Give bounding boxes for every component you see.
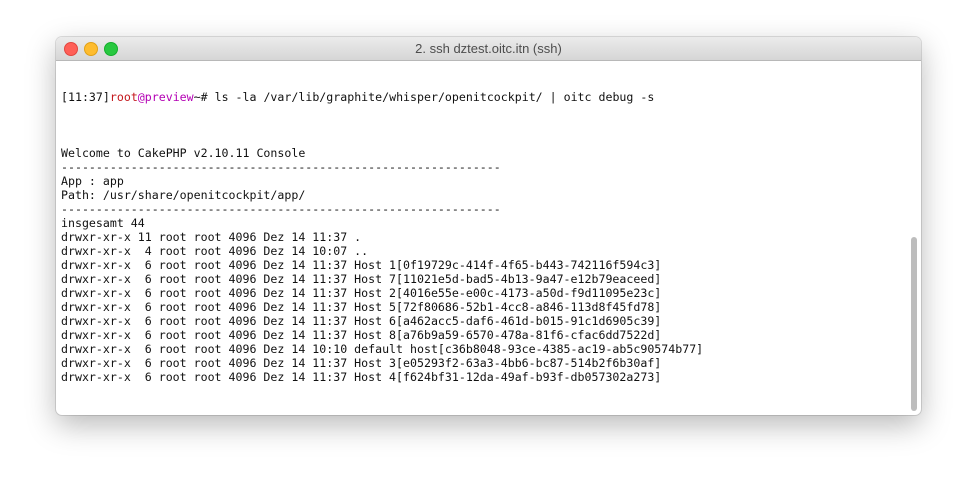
output-line: ----------------------------------------… bbox=[61, 160, 501, 174]
output-line: ----------------------------------------… bbox=[61, 202, 501, 216]
prompt-time: [11:37] bbox=[61, 90, 110, 104]
output-line: drwxr-xr-x 6 root root 4096 Dez 14 11:37… bbox=[61, 286, 662, 300]
output-line: drwxr-xr-x 6 root root 4096 Dez 14 11:37… bbox=[61, 300, 662, 314]
output-line: drwxr-xr-x 6 root root 4096 Dez 14 11:37… bbox=[61, 356, 662, 370]
output-line: drwxr-xr-x 6 root root 4096 Dez 14 10:10… bbox=[61, 342, 704, 356]
terminal-output[interactable]: [11:37]root@preview~# ls -la /var/lib/gr… bbox=[61, 62, 901, 412]
output-line: insgesamt 44 bbox=[61, 216, 145, 230]
scrollbar-thumb[interactable] bbox=[911, 237, 917, 411]
output-lines: Welcome to CakePHP v2.10.11 Console -----… bbox=[61, 132, 901, 398]
command-text: ls -la /var/lib/graphite/whisper/openitc… bbox=[214, 90, 655, 104]
output-line: drwxr-xr-x 4 root root 4096 Dez 14 10:07… bbox=[61, 244, 369, 258]
title-bar[interactable]: 2. ssh dztest.oitc.itn (ssh) bbox=[56, 37, 921, 61]
output-line: drwxr-xr-x 6 root root 4096 Dez 14 11:37… bbox=[61, 370, 662, 384]
command-line: [11:37]root@preview~# ls -la /var/lib/gr… bbox=[61, 90, 901, 104]
prompt-path: ~# bbox=[193, 90, 215, 104]
output-line: drwxr-xr-x 6 root root 4096 Dez 14 11:37… bbox=[61, 258, 662, 272]
output-line: drwxr-xr-x 6 root root 4096 Dez 14 11:37… bbox=[61, 328, 662, 342]
output-line: Path: /usr/share/openitcockpit/app/ bbox=[61, 188, 306, 202]
output-line: Welcome to CakePHP v2.10.11 Console bbox=[61, 146, 306, 160]
prompt-host: @preview bbox=[137, 90, 194, 104]
scrollbar[interactable] bbox=[909, 61, 919, 413]
output-line: drwxr-xr-x 6 root root 4096 Dez 14 11:37… bbox=[61, 314, 662, 328]
prompt-user: root bbox=[109, 90, 138, 104]
output-line: drwxr-xr-x 11 root root 4096 Dez 14 11:3… bbox=[61, 230, 362, 244]
output-line: drwxr-xr-x 6 root root 4096 Dez 14 11:37… bbox=[61, 272, 662, 286]
terminal-window: 2. ssh dztest.oitc.itn (ssh) [11:37]root… bbox=[56, 37, 921, 415]
output-line: App : app bbox=[61, 174, 124, 188]
window-title: 2. ssh dztest.oitc.itn (ssh) bbox=[415, 41, 562, 56]
